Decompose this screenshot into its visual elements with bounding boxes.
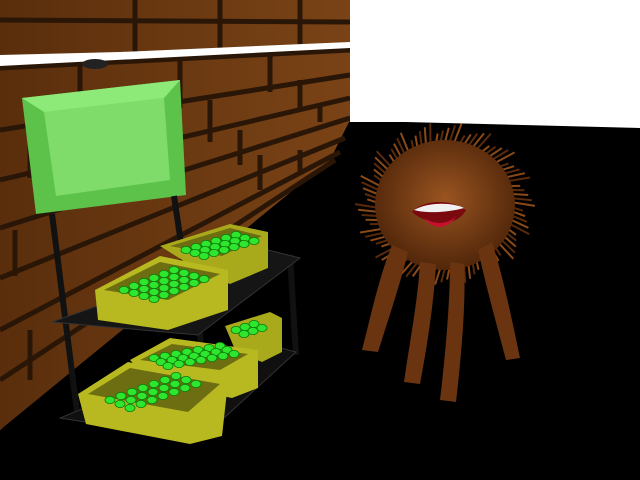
fruit — [158, 283, 170, 292]
fruit — [198, 251, 210, 260]
fruit — [168, 279, 180, 288]
blank-sign — [22, 80, 186, 214]
fruit — [138, 291, 150, 300]
wall-top-right-sky — [350, 0, 640, 122]
fruit — [189, 248, 201, 257]
fruit — [128, 288, 140, 297]
fruit — [178, 275, 190, 284]
game-viewport[interactable] — [0, 0, 640, 480]
fruit — [218, 245, 230, 254]
fruit — [146, 395, 158, 404]
fruit — [136, 391, 148, 400]
fruit — [148, 287, 160, 296]
fruit — [147, 387, 159, 396]
fruit — [195, 355, 207, 364]
fruit — [158, 383, 170, 392]
wall-bump — [82, 59, 108, 69]
fruit — [115, 391, 127, 400]
fruit — [180, 245, 192, 254]
fruit — [148, 273, 160, 282]
fruit — [148, 294, 160, 303]
fruit — [126, 387, 138, 396]
fruit — [173, 359, 185, 368]
fruit — [256, 323, 268, 332]
fruit — [184, 357, 196, 366]
fruit — [248, 236, 260, 245]
fruit — [162, 361, 174, 370]
fruit — [179, 383, 191, 392]
fruit — [128, 281, 140, 290]
fruit — [148, 379, 160, 388]
fruit — [168, 272, 180, 281]
fruit — [168, 387, 180, 396]
fruit — [169, 379, 181, 388]
fruit — [238, 239, 250, 248]
fruit — [170, 371, 182, 380]
fruit — [168, 286, 180, 295]
fruit — [238, 329, 250, 338]
fruit — [206, 353, 218, 362]
fruit — [135, 399, 147, 408]
fruit — [137, 383, 149, 392]
fruit — [168, 265, 180, 274]
fruit — [247, 326, 259, 335]
fruit — [228, 349, 240, 358]
fruit — [125, 395, 137, 404]
fruit — [178, 268, 190, 277]
fruit — [114, 399, 126, 408]
fruit — [104, 395, 116, 404]
fruit — [180, 375, 192, 384]
fruit — [188, 278, 200, 287]
fruit — [138, 277, 150, 286]
fruit — [158, 276, 170, 285]
fruit — [124, 403, 136, 412]
fruit — [157, 391, 169, 400]
fruit — [190, 379, 202, 388]
fruit — [198, 274, 210, 283]
fruit — [178, 282, 190, 291]
fruit — [138, 284, 150, 293]
fruit — [159, 375, 171, 384]
fruit — [228, 242, 240, 251]
fruit — [188, 271, 200, 280]
fruit — [158, 290, 170, 299]
fruit — [208, 248, 220, 257]
fruit — [158, 269, 170, 278]
fruit — [217, 351, 229, 360]
fruit — [148, 280, 160, 289]
fruit — [118, 285, 130, 294]
